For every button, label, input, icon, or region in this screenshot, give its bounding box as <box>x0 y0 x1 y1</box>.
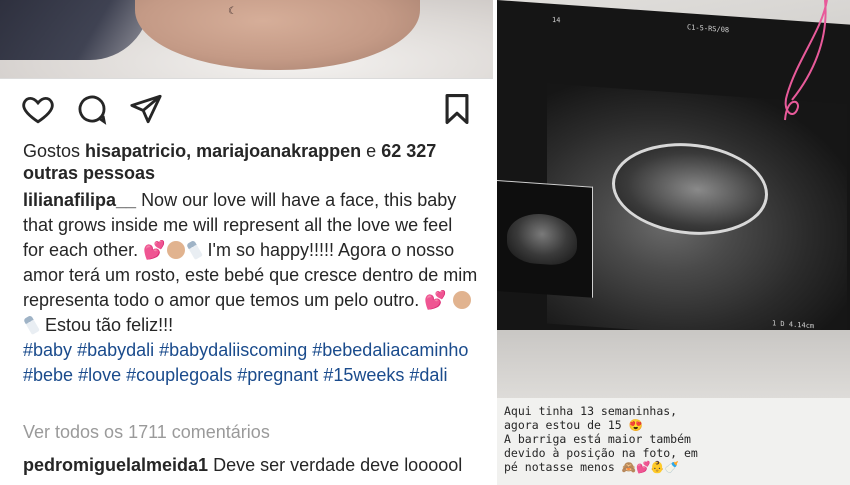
hashtag[interactable]: #love <box>78 365 121 385</box>
inset-image <box>507 211 577 267</box>
story-line: pé notasse menos 🙈💕👶🍼 <box>504 460 679 474</box>
likes-summary[interactable]: Gostos hisapatricio, mariajoanakrappen e… <box>23 140 473 184</box>
likes-connector: e <box>366 141 377 161</box>
baby-bottle-emoji <box>23 314 40 336</box>
share-button[interactable] <box>127 90 165 128</box>
hashtag[interactable]: #bebedaliacaminho <box>312 340 468 360</box>
heart-icon <box>22 96 54 124</box>
hashtag[interactable]: #babydaliiscoming <box>159 340 307 360</box>
caption-username[interactable]: lilianafilipa__ <box>23 190 136 210</box>
like-button[interactable] <box>19 90 57 128</box>
hashtag[interactable]: #bebe <box>23 365 73 385</box>
hashtag[interactable]: #babydali <box>77 340 154 360</box>
story-caption: Aqui tinha 13 semaninhas, agora estou de… <box>497 398 850 485</box>
story-line: A barriga está maior também <box>504 432 691 446</box>
ultrasound-label-left: 14 <box>552 15 561 25</box>
post-photo[interactable]: ☾ <box>0 0 493 78</box>
comment-row: pedromiguelalmeida1 Deve ser verdade dev… <box>23 455 493 476</box>
comment-username[interactable]: pedromiguelalmeida1 <box>23 455 208 475</box>
likes-count[interactable]: 62 327 <box>381 141 436 161</box>
comment-button[interactable] <box>73 90 111 128</box>
hashtag[interactable]: #pregnant <box>237 365 318 385</box>
instagram-post: ☾ Gostos hisapatricio, mariajoanakrappen… <box>0 0 493 485</box>
baby-bottle-emoji <box>185 239 203 261</box>
pink-string <box>784 0 828 121</box>
caption-text-pt-tail: Estou tão feliz!!! <box>45 315 174 335</box>
two-hearts-emoji: 💕 <box>143 240 166 260</box>
photo-divider <box>0 78 493 79</box>
hashtag[interactable]: #dali <box>409 365 447 385</box>
hashtag[interactable]: #couplegoals <box>126 365 232 385</box>
hashtag[interactable]: #15weeks <box>323 365 404 385</box>
likes-prefix: Gostos <box>23 141 81 161</box>
device-frame <box>497 330 850 400</box>
tattoo-mark: ☾ <box>228 6 237 17</box>
story-line: agora estou de 15 😍 <box>504 418 643 432</box>
story-panel: 14 C1-5-RS/08 1 D 4.14cm Aqui tinha 13 s… <box>497 0 850 485</box>
baby-emoji <box>452 291 471 309</box>
two-hearts-emoji: 💕 <box>424 290 447 310</box>
ultrasound-photo[interactable]: 14 C1-5-RS/08 1 D 4.14cm <box>497 0 850 400</box>
baby-emoji <box>166 241 185 259</box>
share-icon <box>130 94 162 124</box>
likes-suffix[interactable]: outras pessoas <box>23 163 155 183</box>
comment-text: Deve ser verdade deve loooool <box>213 455 463 475</box>
story-line: Aqui tinha 13 semaninhas, <box>504 404 678 418</box>
hashtag[interactable]: #baby <box>23 340 72 360</box>
view-all-comments-link[interactable]: Ver todos os 1711 comentários <box>23 422 270 443</box>
ultrasound-inset <box>497 180 593 298</box>
caption-text-en-tail: I'm so happy!!!!! <box>207 240 335 260</box>
comment-icon <box>78 95 107 125</box>
likes-users[interactable]: hisapatricio, mariajoanakrappen <box>85 141 361 161</box>
story-line: devido à posição na foto, em <box>504 446 698 460</box>
ultrasound-label-center: C1-5-RS/08 <box>687 23 730 35</box>
bookmark-icon <box>445 93 469 125</box>
post-action-bar <box>0 86 493 130</box>
bookmark-button[interactable] <box>438 90 476 128</box>
post-caption: lilianafilipa__ Now our love will have a… <box>23 188 478 388</box>
